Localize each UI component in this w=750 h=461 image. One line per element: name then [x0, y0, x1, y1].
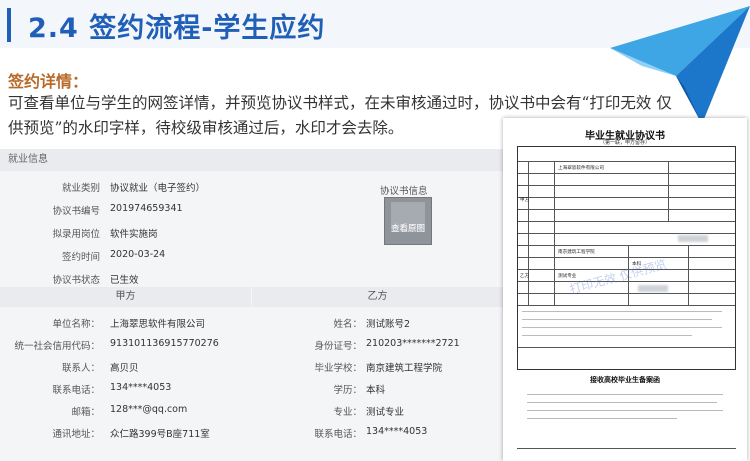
party-a-header: 甲方 — [0, 287, 251, 307]
party-a-label-company: 单位名称： — [52, 319, 100, 330]
party-a-label-contact: 联系人： — [61, 363, 100, 374]
doc-party-a-tag: 甲方 — [520, 198, 530, 203]
party-a-label-address: 通讯地址： — [52, 429, 100, 440]
title-accent-bar — [7, 8, 11, 42]
panel-header: 就业信息 — [0, 149, 503, 171]
party-a-value-contact: 高贝贝 — [110, 363, 139, 374]
row-value-position: 软件实施岗 — [110, 229, 158, 240]
party-b-value-name: 测试账号2 — [366, 319, 411, 330]
party-a-value-credit-code: 913101136915770276 — [110, 338, 219, 349]
party-a-value-address: 众仁路399号B座711室 — [110, 429, 210, 440]
preview-title: 协议书信息 — [380, 186, 428, 197]
document-subtitle: （第一联，甲方留存） — [599, 140, 650, 146]
row-value-agreement-number: 201974659341 — [110, 203, 183, 214]
party-b-value-phone: 134****4053 — [366, 426, 428, 437]
party-b-header: 乙方 — [252, 287, 503, 307]
party-a-value-phone: 134****4053 — [110, 382, 172, 393]
party-a-label-email: 邮箱： — [71, 407, 100, 418]
party-a-label-credit-code: 统一社会信用代码： — [14, 341, 100, 352]
doc-second-title: 接收高校毕业生备案函 — [590, 376, 660, 384]
party-a-value-company: 上海翠思软件有限公司 — [110, 319, 206, 330]
row-label-status: 协议书状态 — [52, 275, 100, 286]
doc-company-name: 上海翠思软件有限公司 — [558, 166, 604, 171]
row-label-employment-type: 就业类别 — [61, 183, 100, 194]
row-value-employment-type: 协议就业（电子签约） — [110, 183, 206, 194]
party-b-label-major: 专业： — [333, 407, 362, 418]
party-b-value-major: 测试专业 — [366, 407, 405, 418]
doc-blurred-field — [638, 285, 668, 292]
party-b-label-degree: 学历： — [333, 385, 362, 396]
doc-major: 测试专业 — [558, 274, 577, 279]
doc-blurred-field — [678, 235, 708, 242]
party-b-label-name: 姓名： — [333, 319, 362, 330]
agreement-preview-thumbnail[interactable]: 查看原图 — [384, 197, 432, 245]
party-b-value-degree: 本科 — [366, 385, 386, 396]
view-original-link[interactable]: 查看原图 — [385, 222, 431, 234]
page-title: 2.4 签约流程-学生应约 — [28, 13, 326, 44]
row-label-sign-time: 签约时间 — [61, 252, 100, 263]
party-a-value-email: 128***@qq.com — [110, 404, 188, 415]
row-value-sign-time: 2020-03-24 — [110, 249, 166, 260]
row-value-status: 已生效 — [110, 275, 139, 286]
agreement-document-preview: 毕业生就业协议书 （第一联，甲方留存） 上海翠思软件有限公司 甲方 乙方 南京建… — [503, 118, 747, 461]
doc-school: 南京建筑工程学院 — [558, 250, 595, 255]
section-label: 签约详情： — [8, 72, 89, 91]
party-b-label-school: 毕业学校： — [314, 363, 362, 374]
party-b-value-id: 210203*******2721 — [366, 338, 460, 349]
party-a-label-phone: 联系电话： — [52, 385, 100, 396]
document-table: 上海翠思软件有限公司 甲方 乙方 南京建筑工程学院 测试专业 本科 — [517, 146, 736, 370]
party-b-value-school: 南京建筑工程学院 — [366, 363, 443, 374]
row-label-agreement-number: 协议书编号 — [52, 206, 100, 217]
row-label-position: 拟录用岗位 — [52, 229, 100, 240]
doc-party-b-tag: 乙方 — [520, 274, 530, 279]
party-b-label-phone: 联系电话： — [314, 429, 362, 440]
party-b-label-id: 身份证号： — [314, 341, 362, 352]
